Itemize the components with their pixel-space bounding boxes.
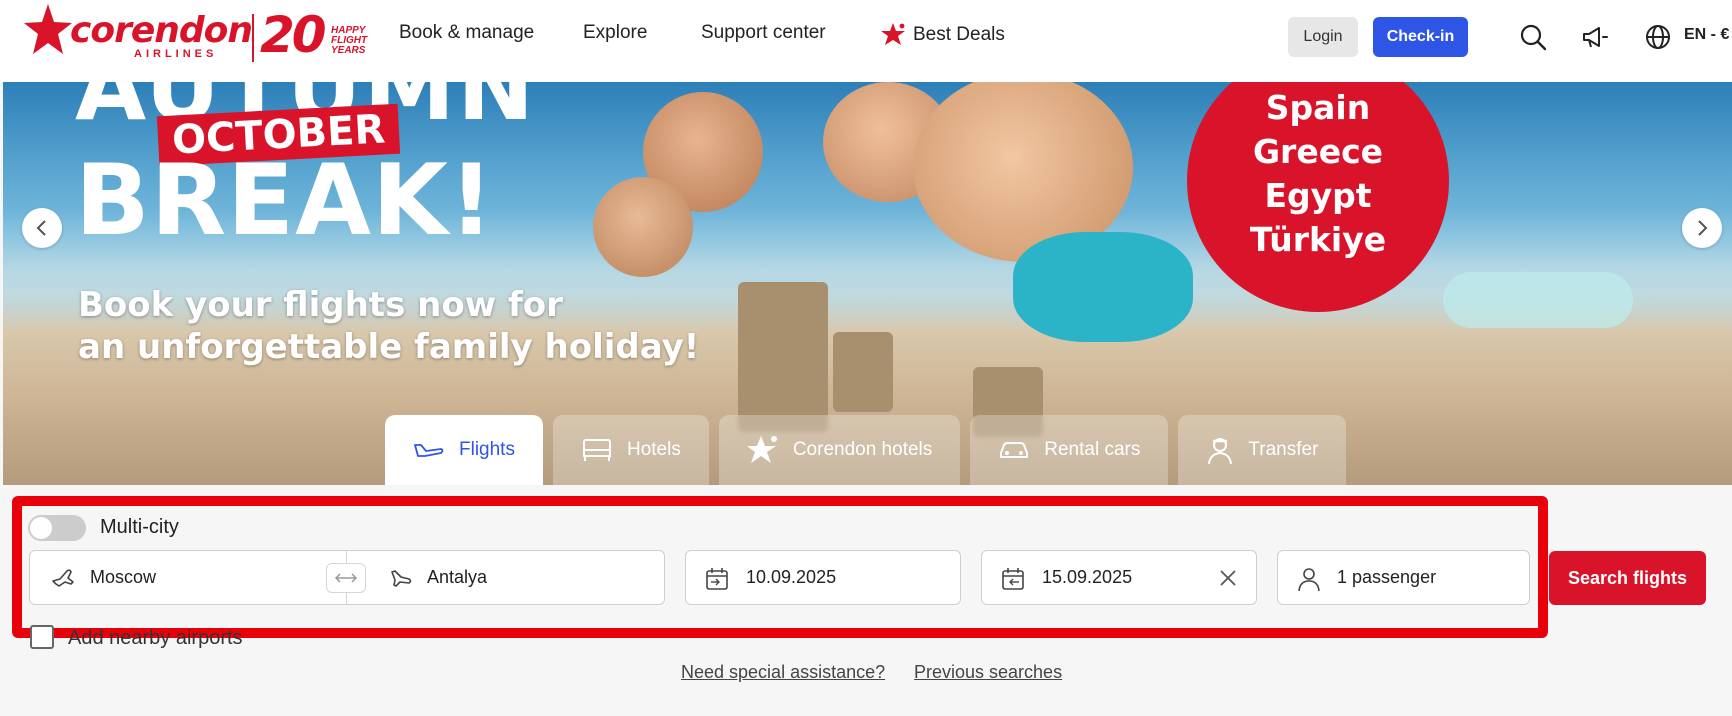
tab-hotels-label: Hotels bbox=[626, 439, 681, 460]
chevron-left-icon bbox=[36, 220, 46, 236]
tab-transfer-label: Transfer bbox=[1248, 439, 1319, 460]
logo-airlines-text: AIRLINES bbox=[134, 48, 218, 60]
bed-icon bbox=[582, 439, 611, 461]
tab-corendon-hotels-label: Corendon hotels bbox=[792, 439, 933, 460]
destination-spain: Spain bbox=[1265, 88, 1371, 127]
language-currency-selector[interactable]: EN - € bbox=[1684, 26, 1729, 44]
destination-egypt: Egypt bbox=[1264, 176, 1372, 215]
carousel-next-button[interactable] bbox=[1682, 208, 1722, 248]
driver-icon bbox=[1208, 438, 1233, 465]
passengers-value: 1 passenger bbox=[1337, 567, 1437, 587]
destination-greece: Greece bbox=[1252, 132, 1384, 171]
nav-explore[interactable]: Explore bbox=[583, 22, 647, 44]
origin-input[interactable]: Moscow bbox=[90, 567, 156, 588]
chevron-right-icon bbox=[1698, 220, 1708, 236]
return-date-value: 15.09.2025 bbox=[1042, 567, 1133, 587]
checkin-button[interactable]: Check-in bbox=[1373, 17, 1468, 57]
product-tabs: Flights Hotels Corendon hotels Rental ca… bbox=[385, 415, 1347, 485]
hero-float-ring bbox=[1443, 272, 1633, 328]
search-flights-button[interactable]: Search flights bbox=[1549, 551, 1706, 605]
globe-icon[interactable] bbox=[1643, 22, 1673, 52]
hero-headline-main: BREAK! bbox=[75, 144, 495, 258]
passengers-field[interactable]: 1 passenger bbox=[1277, 550, 1530, 605]
tab-rental-cars-label: Rental cars bbox=[1044, 439, 1141, 460]
logo-anniversary-number: 20 bbox=[260, 6, 327, 64]
plane-takeoff-icon bbox=[52, 569, 74, 587]
swap-arrows-icon bbox=[334, 573, 358, 583]
tab-flights[interactable]: Flights bbox=[385, 415, 543, 485]
logo-brand-text: corendon bbox=[70, 10, 253, 51]
carousel-prev-button[interactable] bbox=[22, 208, 62, 248]
star-icon bbox=[746, 436, 777, 463]
hero-swimsuit bbox=[1013, 232, 1193, 342]
depart-date-value: 10.09.2025 bbox=[746, 567, 837, 587]
special-assistance-link[interactable]: Need special assistance? bbox=[681, 662, 885, 683]
nearby-airports-label: Add nearby airports bbox=[68, 627, 243, 649]
swap-route-button[interactable] bbox=[326, 563, 366, 593]
plane-landing-icon bbox=[391, 570, 412, 587]
nav-book-manage[interactable]: Book & manage bbox=[399, 22, 534, 44]
multicity-toggle[interactable] bbox=[28, 515, 86, 541]
calendar-return-icon bbox=[1002, 568, 1024, 590]
destination-input[interactable]: Antalya bbox=[427, 567, 487, 588]
calendar-depart-icon bbox=[706, 568, 728, 590]
hero-sandcastle bbox=[738, 282, 828, 432]
nav-best-deals[interactable]: Best Deals bbox=[881, 22, 1005, 48]
star-icon bbox=[881, 23, 905, 45]
site-header: corendon AIRLINES 20 HAPPY FLIGHT YEARS … bbox=[0, 0, 1732, 82]
clear-return-date-icon[interactable] bbox=[1219, 569, 1237, 587]
multicity-label: Multi-city bbox=[100, 516, 179, 538]
previous-searches-link[interactable]: Previous searches bbox=[914, 662, 1062, 683]
logo-star-icon bbox=[24, 4, 72, 54]
logo-tagline: HAPPY FLIGHT YEARS bbox=[331, 25, 368, 56]
destination-turkiye: Türkiye bbox=[1249, 220, 1387, 259]
login-button[interactable]: Login bbox=[1288, 17, 1358, 57]
nav-support-center[interactable]: Support center bbox=[701, 22, 826, 44]
hero-subline-1: Book your flights now for bbox=[78, 285, 563, 325]
hero-child-figure bbox=[593, 177, 693, 277]
plane-icon bbox=[414, 444, 444, 457]
tab-transfer[interactable]: Transfer bbox=[1178, 415, 1347, 485]
nav-best-deals-label: Best Deals bbox=[913, 24, 1005, 45]
nearby-airports-checkbox[interactable] bbox=[30, 625, 54, 649]
tab-hotels[interactable]: Hotels bbox=[552, 415, 709, 485]
depart-date-field[interactable]: 10.09.2025 bbox=[685, 550, 961, 605]
route-field: Moscow Antalya bbox=[29, 550, 665, 605]
search-icon[interactable] bbox=[1518, 22, 1548, 52]
toggle-knob bbox=[30, 517, 52, 539]
tab-corendon-hotels[interactable]: Corendon hotels bbox=[718, 415, 961, 485]
tab-flights-label: Flights bbox=[459, 439, 515, 460]
megaphone-icon[interactable] bbox=[1580, 22, 1610, 52]
car-icon bbox=[1000, 442, 1029, 458]
hero-subline-2: an unforgettable family holiday! bbox=[78, 327, 700, 367]
person-icon bbox=[1298, 568, 1320, 592]
return-date-field[interactable]: 15.09.2025 bbox=[981, 550, 1257, 605]
tab-rental-cars[interactable]: Rental cars bbox=[970, 415, 1169, 485]
logo-divider bbox=[252, 14, 254, 62]
hero-sandcastle bbox=[833, 332, 893, 412]
hero-subline: Book your flights now for an unforgettab… bbox=[78, 284, 699, 368]
